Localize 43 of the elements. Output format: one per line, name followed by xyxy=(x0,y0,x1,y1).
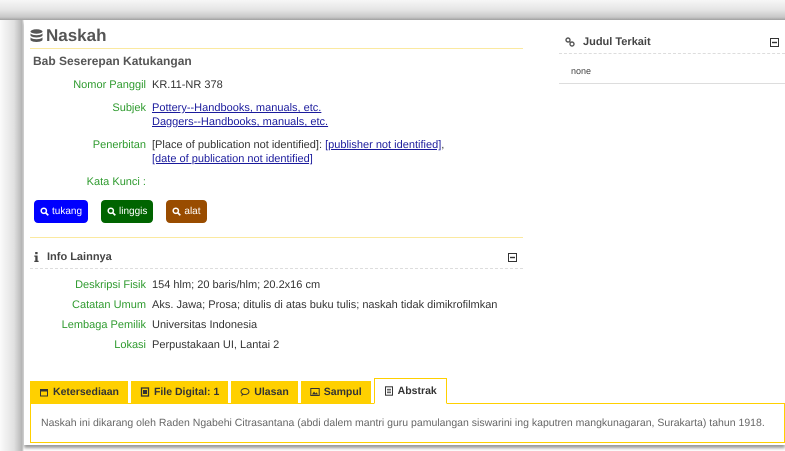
field-label: Lokasi xyxy=(113,338,146,352)
field-value: Aks. Jawa; Prosa; ditulis di atas buku tulis; naskah tidak dimikrofilmkan xyxy=(152,298,498,312)
collapse-icon[interactable] xyxy=(508,252,517,262)
tab[interactable]: Ketersediaan xyxy=(30,381,128,403)
field-label: Catatan Umum xyxy=(71,298,146,312)
search-icon xyxy=(172,207,182,216)
field-label: Lembaga Pemilik xyxy=(60,318,146,332)
speech-bubble-icon xyxy=(240,387,250,397)
panel-title: Info Lainnya xyxy=(47,251,113,263)
field-value: Perpustakaan UI, Lantai 2 xyxy=(152,338,280,352)
field-label: Subjek xyxy=(111,101,146,116)
tab[interactable]: Abstrak xyxy=(374,378,447,404)
panel-title: Judul Terkait xyxy=(583,36,652,48)
search-icon xyxy=(40,207,49,216)
database-icon xyxy=(30,29,43,43)
field-value: 154 hlm; 20 baris/hlm; 20.2x16 cm xyxy=(152,278,322,292)
search-icon xyxy=(107,207,116,216)
info-icon xyxy=(34,252,39,262)
tab[interactable]: Ulasan xyxy=(231,381,298,403)
record-title: Bab Seserepan Katukangan xyxy=(33,54,193,68)
image-icon xyxy=(310,387,320,397)
related-value: none xyxy=(559,54,785,84)
keyword-button[interactable]: tukang xyxy=(34,200,88,223)
keyword-button[interactable]: linggis xyxy=(101,200,154,223)
field-label: Deskripsi Fisik xyxy=(74,278,146,292)
keyword-button[interactable]: alat xyxy=(166,200,207,223)
link[interactable]: [date of publication not identified] xyxy=(152,153,313,165)
collapse-icon[interactable] xyxy=(770,38,779,46)
subject-link[interactable]: Pottery--Handbooks, manuals, etc. xyxy=(152,102,322,114)
subject-link[interactable]: Daggers--Handbooks, manuals, etc. xyxy=(152,116,328,128)
tab[interactable]: File Digital: 1 xyxy=(130,381,228,403)
field-value: Universitas Indonesia xyxy=(152,318,258,332)
field-label: Penerbitan xyxy=(92,138,146,153)
abstract-text: Naskah ini dikarang oleh Raden Ngabehi Citrasantana (abdi dalem mantri guru pamulangan siswarini ing kaputren mangkunagaran, Surakarta) tahun 1918. xyxy=(41,417,765,429)
link[interactable]: [publisher not identified] xyxy=(325,139,442,151)
field-value: [Place of publication not identified]: [publisher not identified], [date of publication not identified] xyxy=(152,138,446,166)
link-icon xyxy=(565,37,575,47)
tab[interactable]: Sampul xyxy=(300,381,371,403)
section-title: Naskah xyxy=(46,26,106,46)
field-label: Nomor Panggil xyxy=(72,78,146,92)
field-value: KR.11-NR 378 xyxy=(152,78,224,92)
document-icon xyxy=(384,386,394,396)
field-label: Kata Kunci : xyxy=(86,175,146,189)
